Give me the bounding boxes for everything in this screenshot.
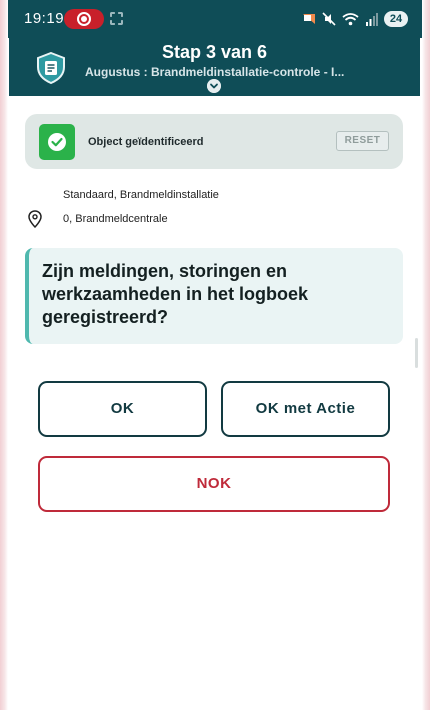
status-time: 19:19: [24, 10, 65, 27]
screen-record-icon[interactable]: [64, 9, 104, 29]
scroll-indicator[interactable]: [415, 338, 418, 368]
left-edge-shadow: [0, 0, 8, 710]
cast-icon: [110, 12, 123, 25]
question-text: Zijn meldingen, storingen en werkzaamhed…: [42, 261, 309, 327]
system-icons: 24: [302, 10, 408, 28]
page-subtitle: Augustus : Brandmeldinstallatie-controle…: [85, 65, 345, 79]
ok-button[interactable]: OK: [38, 381, 207, 437]
page-title: Stap 3 van 6: [161, 42, 268, 62]
status-bar: 19:19 24: [0, 0, 430, 38]
right-edge-shadow: [422, 0, 430, 710]
object-status-label: Object geïdentificeerd: [88, 136, 204, 148]
object-identified-card: Object geïdentificeerd RESET: [25, 114, 403, 169]
battery-icon: 24: [384, 11, 408, 27]
location-pin-icon: [28, 210, 42, 228]
chevron-down-icon[interactable]: [207, 79, 221, 93]
notification-icon: [303, 14, 315, 24]
question-card: Zijn meldingen, storingen en werkzaamhed…: [25, 248, 403, 344]
app-header: Stap 3 van 6 Augustus : Brandmeldinstall…: [9, 38, 420, 96]
nok-button[interactable]: NOK: [38, 456, 390, 512]
ok-met-actie-button[interactable]: OK met Actie: [221, 381, 390, 437]
location-label: 0, Brandmeldcentrale: [63, 213, 168, 225]
wifi-icon: [342, 13, 359, 26]
signal-icon: [366, 13, 378, 26]
mute-icon: [322, 12, 336, 26]
checkmark-icon: [39, 124, 75, 160]
reset-button[interactable]: RESET: [336, 131, 389, 151]
installation-type: Standaard, Brandmeldinstallatie: [63, 189, 219, 201]
